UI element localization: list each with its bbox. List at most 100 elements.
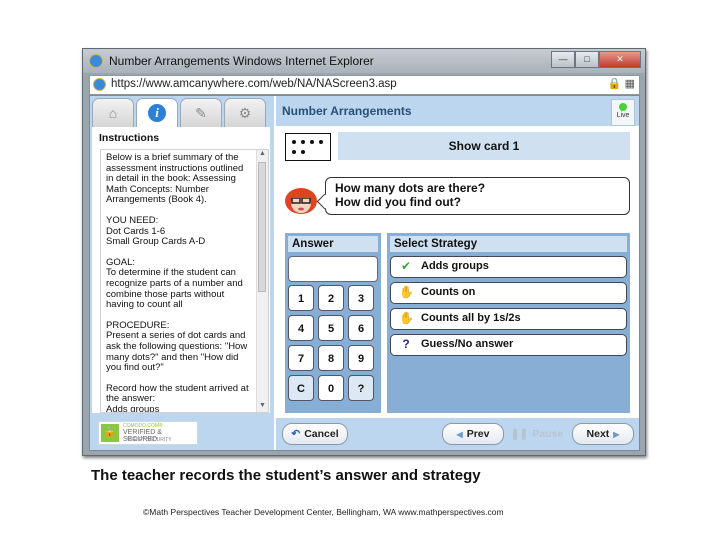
instructions-panel: Instructions Below is a brief summary of… [92, 127, 270, 413]
key-9[interactable]: 9 [348, 345, 374, 371]
info-icon: i [148, 104, 166, 122]
key-unknown[interactable]: ? [348, 375, 374, 401]
comodo-secure-badge[interactable]: 🔒 COMODO.COM® VERIFIED & SECURED VERIFY … [98, 421, 198, 445]
instructions-text: Below is a brief summary of the assessme… [106, 152, 249, 413]
compatibility-view-icon[interactable]: ▦ [625, 78, 635, 90]
live-label: Live [616, 112, 630, 119]
key-7[interactable]: 7 [288, 345, 314, 371]
instruction-paragraph: Record how the student arrived at the an… [106, 382, 249, 413]
next-label: Next [586, 428, 610, 440]
ie-page-icon [93, 78, 106, 91]
page-title: Number Arrangements [282, 104, 412, 118]
checkmark-icon: ✔ [400, 259, 412, 273]
tab-settings[interactable]: ⚙ [224, 98, 266, 127]
app-content: ⌂ i ✎ ⚙ Instructions Below is a brief su… [89, 95, 640, 451]
title-bar: Number Arrangements Windows Internet Exp… [83, 49, 645, 73]
tab-notes[interactable]: ✎ [180, 98, 222, 127]
answer-panel: Answer 1 2 3 4 5 6 7 8 9 C 0 ? [285, 233, 381, 413]
card-dot [301, 140, 305, 144]
instruction-paragraph: Below is a brief summary of the assessme… [106, 152, 244, 206]
cancel-label: Cancel [304, 428, 339, 440]
answer-input[interactable] [288, 256, 378, 282]
maximize-button[interactable]: □ [575, 51, 599, 68]
footer-bar: ↶ Cancel ◀ Prev ❚❚ Pause Next ▶ [276, 418, 639, 450]
key-5[interactable]: 5 [318, 315, 344, 341]
address-bar[interactable]: https://www.amcanywhere.com/web/NA/NAScr… [89, 75, 640, 95]
notes-icon: ✎ [195, 104, 207, 121]
strategy-label: Counts on [421, 286, 476, 298]
strategy-label: Adds groups [421, 260, 489, 272]
strategy-label: Guess/No answer [421, 338, 514, 350]
ie-logo-icon [89, 54, 103, 68]
strategy-label: Counts all by 1s/2s [421, 312, 521, 324]
badge-line-3: VERIFY SECURITY [127, 437, 172, 443]
main-header: Number Arrangements Live [276, 96, 639, 126]
padlock-icon: 🔒 [101, 424, 119, 442]
slide-caption: The teacher records the student’s answer… [91, 467, 481, 484]
show-card-banner: Show card 1 [338, 132, 630, 160]
copyright-footer: ©Math Perspectives Teacher Development C… [143, 507, 504, 517]
gear-icon: ⚙ [238, 104, 252, 121]
browser-window: Number Arrangements Windows Internet Exp… [82, 48, 646, 456]
url-text[interactable]: https://www.amcanywhere.com/web/NA/NAScr… [111, 78, 397, 90]
question-icon: ? [402, 337, 410, 351]
scroll-down-icon[interactable]: ▼ [257, 402, 268, 412]
key-8[interactable]: 8 [318, 345, 344, 371]
tab-home[interactable]: ⌂ [92, 98, 134, 127]
next-button[interactable]: Next ▶ [572, 423, 634, 445]
strategy-counts-all[interactable]: ✋ Counts all by 1s/2s [390, 308, 627, 330]
prev-arrow-icon: ◀ [456, 429, 463, 439]
pause-button[interactable]: ❚❚ Pause [508, 423, 566, 445]
live-indicator[interactable]: Live [611, 99, 635, 126]
instruction-paragraph: PROCEDURE: Present a series of dot cards … [106, 319, 248, 374]
key-3[interactable]: 3 [348, 285, 374, 311]
prev-label: Prev [466, 428, 490, 440]
close-button[interactable]: ✕ [599, 51, 641, 68]
pause-label: Pause [532, 428, 564, 440]
window-title: Number Arrangements Windows Internet Exp… [109, 54, 374, 68]
card-dot [319, 140, 323, 144]
card-dot [310, 140, 314, 144]
question-line-1: How many dots are there? [335, 181, 486, 195]
strategy-guess[interactable]: ? Guess/No answer [390, 334, 627, 356]
prev-button[interactable]: ◀ Prev [442, 423, 504, 445]
strategy-list: ✔ Adds groups ✋ Counts on ✋ Counts all b… [390, 256, 627, 360]
key-6[interactable]: 6 [348, 315, 374, 341]
instruction-paragraph: GOAL: To determine if the student can rec… [106, 256, 243, 311]
strategy-counts-on[interactable]: ✋ Counts on [390, 282, 627, 304]
hands-icon: ✋ [399, 311, 414, 325]
strategy-adds-groups[interactable]: ✔ Adds groups [390, 256, 627, 278]
key-clear[interactable]: C [288, 375, 314, 401]
pause-icon: ❚❚ [510, 428, 529, 440]
scroll-up-icon[interactable]: ▲ [257, 150, 268, 160]
question-line-2: How did you find out? [335, 195, 461, 209]
main-panel: Number Arrangements Live Show card 1 How… [276, 96, 639, 450]
sidebar: ⌂ i ✎ ⚙ Instructions Below is a brief su… [90, 96, 274, 450]
dot-card [285, 133, 331, 161]
minimize-button[interactable]: — [551, 51, 575, 68]
lock-icon[interactable]: 🔒 [608, 78, 622, 90]
answer-header: Answer [288, 236, 378, 252]
key-1[interactable]: 1 [288, 285, 314, 311]
card-dot [292, 140, 296, 144]
strategy-header: Select Strategy [390, 236, 627, 252]
key-4[interactable]: 4 [288, 315, 314, 341]
question-bubble: How many dots are there? How did you fin… [316, 177, 630, 215]
key-0[interactable]: 0 [318, 375, 344, 401]
home-icon: ⌂ [108, 105, 118, 121]
instruction-paragraph: YOU NEED: Dot Cards 1-6 Small Group Cards … [106, 214, 206, 248]
card-dot [292, 150, 296, 154]
instructions-scrollbar[interactable]: ▲ ▼ [256, 150, 268, 412]
tab-info[interactable]: i [136, 98, 178, 127]
hand-icon: ✋ [399, 285, 414, 299]
key-2[interactable]: 2 [318, 285, 344, 311]
undo-arrow-icon: ↶ [291, 428, 301, 440]
card-dot [301, 150, 305, 154]
live-status-dot-icon [619, 103, 627, 111]
cancel-button[interactable]: ↶ Cancel [282, 423, 348, 445]
sidebar-tabs: ⌂ i ✎ ⚙ [92, 98, 268, 127]
scroll-thumb[interactable] [258, 162, 266, 292]
keypad: 1 2 3 4 5 6 7 8 9 C 0 ? [288, 285, 374, 401]
instructions-scroll-area[interactable]: Below is a brief summary of the assessme… [100, 149, 269, 413]
strategy-panel: Select Strategy ✔ Adds groups ✋ Counts o… [387, 233, 630, 413]
